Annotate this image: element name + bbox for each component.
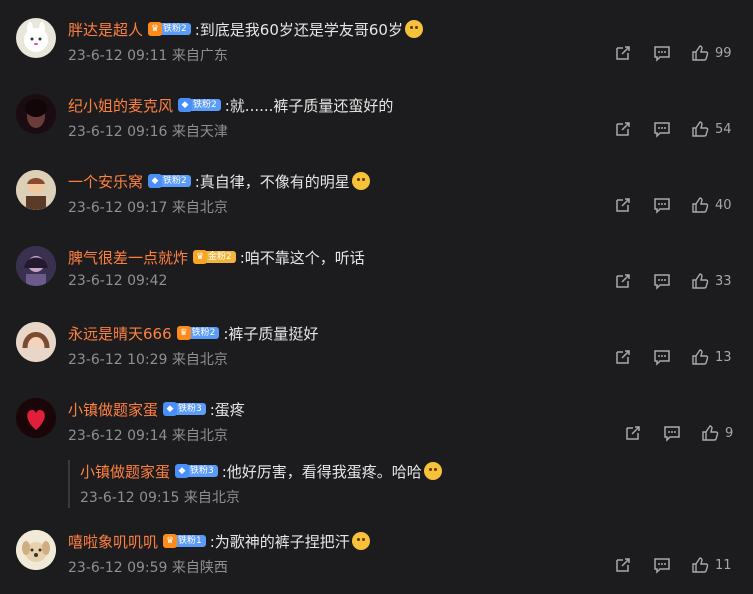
- forward-icon[interactable]: [614, 120, 632, 138]
- comment-icon[interactable]: [653, 272, 671, 290]
- sweat-emoji-icon: [351, 532, 370, 550]
- timestamp: 23-6-12 09:16: [68, 124, 168, 140]
- comment-text: :蛋疼: [209, 400, 245, 419]
- like-icon[interactable]: [691, 120, 709, 138]
- forward-icon[interactable]: [614, 348, 632, 366]
- location: 来自北京: [183, 490, 240, 506]
- location: 来自陕西: [171, 560, 228, 576]
- like-count: 40: [715, 197, 732, 213]
- avatar[interactable]: [16, 398, 56, 438]
- comment-text: :他好厉害，看得我蛋疼。哈哈: [221, 462, 422, 481]
- location: 来自北京: [171, 352, 228, 368]
- username[interactable]: 胖达是超人: [68, 19, 143, 40]
- avatar[interactable]: [16, 18, 56, 58]
- comment-icon[interactable]: [653, 196, 671, 214]
- laugh-cry-emoji-icon: [423, 462, 442, 480]
- timestamp: 23-6-12 09:14: [68, 428, 168, 444]
- fan-badge[interactable]: ♛ 金粉2: [193, 250, 236, 264]
- like-count: 33: [715, 273, 732, 289]
- like-count: 54: [715, 121, 732, 137]
- timestamp: 23-6-12 09:15: [80, 490, 180, 506]
- crown-icon: ♛: [163, 534, 178, 548]
- like-icon[interactable]: [691, 44, 709, 62]
- location: 来自北京: [171, 200, 228, 216]
- comment-icon[interactable]: [653, 348, 671, 366]
- username[interactable]: 嘻啦象叽叽叽: [68, 531, 158, 552]
- comment-meta: 23-6-12 09:11 来自广东: [68, 45, 228, 65]
- username[interactable]: 永远是晴天666: [68, 323, 172, 344]
- comment-meta: 23-6-12 09:59 来自陕西: [68, 557, 228, 577]
- forward-icon[interactable]: [614, 556, 632, 574]
- like-count: 13: [715, 349, 732, 365]
- fan-badge[interactable]: ♛ 铁粉2: [148, 22, 191, 36]
- fan-badge[interactable]: ◆ 铁粉3: [163, 402, 206, 416]
- comment-text: :咱不靠这个，听话: [239, 248, 365, 267]
- location: 来自广东: [171, 48, 228, 64]
- username[interactable]: 纪小姐的麦克风: [68, 95, 173, 116]
- location: 来自北京: [171, 428, 228, 444]
- username[interactable]: 脾气很差一点就炸: [68, 247, 188, 268]
- diamond-icon: ◆: [175, 464, 190, 478]
- comment-meta: 23-6-12 09:14 来自北京: [68, 425, 228, 445]
- fan-badge[interactable]: ♛ 铁粉1: [163, 534, 206, 548]
- username[interactable]: 小镇做题家蛋: [68, 399, 158, 420]
- forward-icon[interactable]: [614, 272, 632, 290]
- timestamp: 23-6-12 09:17: [68, 200, 168, 216]
- comment-icon[interactable]: [653, 120, 671, 138]
- crown-icon: ♛: [176, 326, 191, 340]
- comment-meta: 23-6-12 10:29 来自北京: [68, 349, 228, 369]
- comment-icon[interactable]: [663, 424, 681, 442]
- like-icon[interactable]: [691, 556, 709, 574]
- like-icon[interactable]: [691, 348, 709, 366]
- timestamp: 23-6-12 09:59: [68, 560, 168, 576]
- comment-icon[interactable]: [653, 44, 671, 62]
- dog-emoji-icon: [351, 172, 370, 190]
- avatar[interactable]: [16, 94, 56, 134]
- comment-text: :真自律，不像有的明星: [194, 172, 350, 191]
- timestamp: 23-6-12 09:42: [68, 273, 168, 289]
- comment-text: :裤子质量挺好: [223, 324, 319, 343]
- forward-icon[interactable]: [624, 424, 642, 442]
- timestamp: 23-6-12 09:11: [68, 48, 168, 64]
- fan-badge[interactable]: ◆ 铁粉2: [178, 98, 221, 112]
- comment-text: :为歌神的裤子捏把汗: [209, 532, 350, 551]
- comment-text: :就......裤子质量还蛮好的: [224, 96, 394, 115]
- diamond-icon: ◆: [178, 98, 193, 112]
- forward-icon[interactable]: [614, 44, 632, 62]
- diamond-icon: ◆: [163, 402, 178, 416]
- comment-icon[interactable]: [653, 556, 671, 574]
- comment-meta: 23-6-12 09:17 来自北京: [68, 197, 228, 217]
- timestamp: 23-6-12 10:29: [68, 352, 168, 368]
- location: 来自天津: [171, 124, 228, 140]
- like-icon[interactable]: [701, 424, 719, 442]
- username[interactable]: 小镇做题家蛋: [80, 461, 170, 482]
- avatar[interactable]: [16, 170, 56, 210]
- username[interactable]: 一个安乐窝: [68, 171, 143, 192]
- fan-badge[interactable]: ◆ 铁粉3: [175, 464, 218, 478]
- comment-meta: 23-6-12 09:15 来自北京: [80, 487, 240, 507]
- forward-icon[interactable]: [614, 196, 632, 214]
- gold-crown-icon: ♛: [193, 250, 208, 264]
- like-icon[interactable]: [691, 272, 709, 290]
- comment-meta: 23-6-12 09:16 来自天津: [68, 121, 228, 141]
- like-count: 9: [725, 425, 734, 441]
- diamond-icon: ◆: [148, 174, 163, 188]
- cat-emoji-icon: [404, 20, 423, 38]
- fan-badge[interactable]: ♛ 铁粉2: [176, 326, 220, 340]
- like-count: 99: [715, 45, 732, 61]
- avatar[interactable]: [16, 246, 56, 286]
- like-count: 11: [715, 557, 732, 573]
- avatar[interactable]: [16, 322, 56, 362]
- fan-badge[interactable]: ◆ 铁粉2: [148, 174, 191, 188]
- crown-icon: ♛: [148, 22, 163, 36]
- reply-divider: [68, 460, 70, 508]
- comment-text: :到底是我60岁还是学友哥60岁: [194, 20, 403, 39]
- avatar[interactable]: [16, 530, 56, 570]
- comment-meta: 23-6-12 09:42: [68, 273, 167, 289]
- like-icon[interactable]: [691, 196, 709, 214]
